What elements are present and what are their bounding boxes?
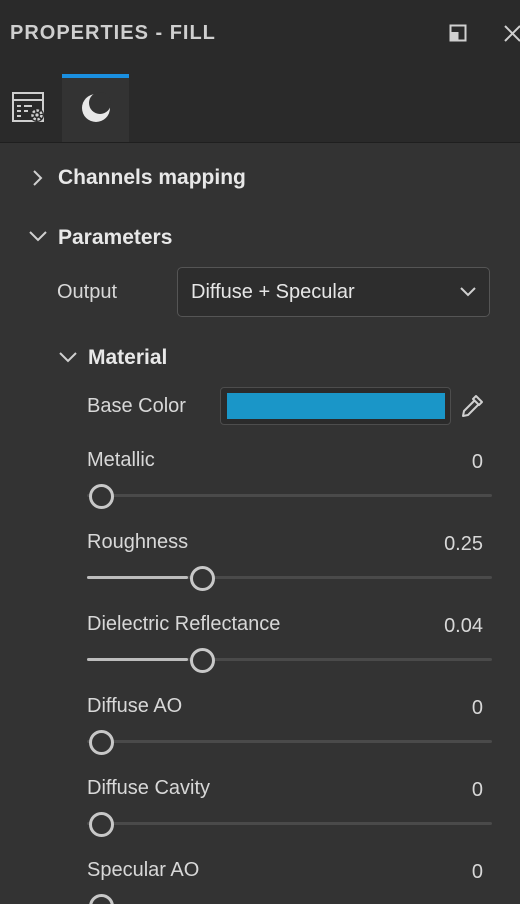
dielectric-reflectance-label: Dielectric Reflectance — [87, 613, 281, 635]
section-channels-mapping[interactable]: Channels mapping — [58, 166, 246, 190]
properties-fill-panel: PROPERTIES - FILL Channels mapping Param… — [0, 0, 520, 904]
output-dropdown-value: Diffuse + Specular — [191, 281, 355, 303]
eyedropper-icon[interactable] — [459, 393, 485, 424]
diffuse-ao-slider-handle[interactable] — [89, 730, 114, 755]
metallic-label: Metallic — [87, 449, 155, 471]
output-dropdown[interactable]: Diffuse + Specular — [177, 267, 490, 317]
base-color-fill — [227, 393, 445, 419]
metallic-slider[interactable] — [87, 484, 492, 509]
tab-bar — [0, 66, 520, 143]
metallic-slider-handle[interactable] — [89, 484, 114, 509]
diffuse-cavity-value[interactable]: 0 — [472, 779, 483, 802]
panel-header: PROPERTIES - FILL — [0, 0, 520, 66]
diffuse-cavity-slider-handle[interactable] — [89, 812, 114, 837]
section-parameters[interactable]: Parameters — [58, 226, 172, 250]
roughness-label: Roughness — [87, 531, 189, 553]
close-icon[interactable] — [503, 24, 520, 42]
chevron-down-icon[interactable] — [28, 229, 48, 248]
diffuse-ao-value[interactable]: 0 — [472, 697, 483, 720]
chevron-right-icon[interactable] — [30, 169, 44, 192]
roughness-value[interactable]: 0.25 — [444, 533, 483, 556]
section-material[interactable]: Material — [88, 346, 167, 370]
roughness-slider[interactable] — [87, 566, 492, 591]
roughness-slider-fill — [87, 576, 189, 579]
base-color-swatch[interactable] — [220, 387, 451, 425]
specular-ao-label: Specular AO — [87, 859, 200, 881]
base-color-label: Base Color — [87, 395, 186, 417]
dielectric-reflectance-value[interactable]: 0.04 — [444, 615, 483, 638]
dielectric-reflectance-slider-handle[interactable] — [190, 648, 216, 673]
diffuse-cavity-label: Diffuse Cavity — [87, 777, 211, 799]
chevron-down-icon[interactable] — [58, 350, 78, 369]
roughness-slider-handle[interactable] — [190, 566, 216, 591]
diffuse-ao-slider[interactable] — [87, 730, 492, 755]
diffuse-ao-label: Diffuse AO — [87, 695, 183, 717]
specular-ao-slider-handle[interactable] — [89, 894, 114, 904]
panel-title: PROPERTIES - FILL — [10, 22, 216, 44]
dielectric-reflectance-slider[interactable] — [87, 648, 492, 673]
metallic-value[interactable]: 0 — [472, 451, 483, 474]
dielectric-reflectance-slider-fill — [87, 658, 189, 661]
output-label: Output — [57, 281, 118, 303]
float-window-icon[interactable] — [449, 24, 467, 42]
tab-properties[interactable] — [0, 74, 62, 142]
diffuse-cavity-slider[interactable] — [87, 812, 492, 837]
tab-material[interactable] — [62, 74, 129, 142]
specular-ao-value[interactable]: 0 — [472, 861, 483, 884]
